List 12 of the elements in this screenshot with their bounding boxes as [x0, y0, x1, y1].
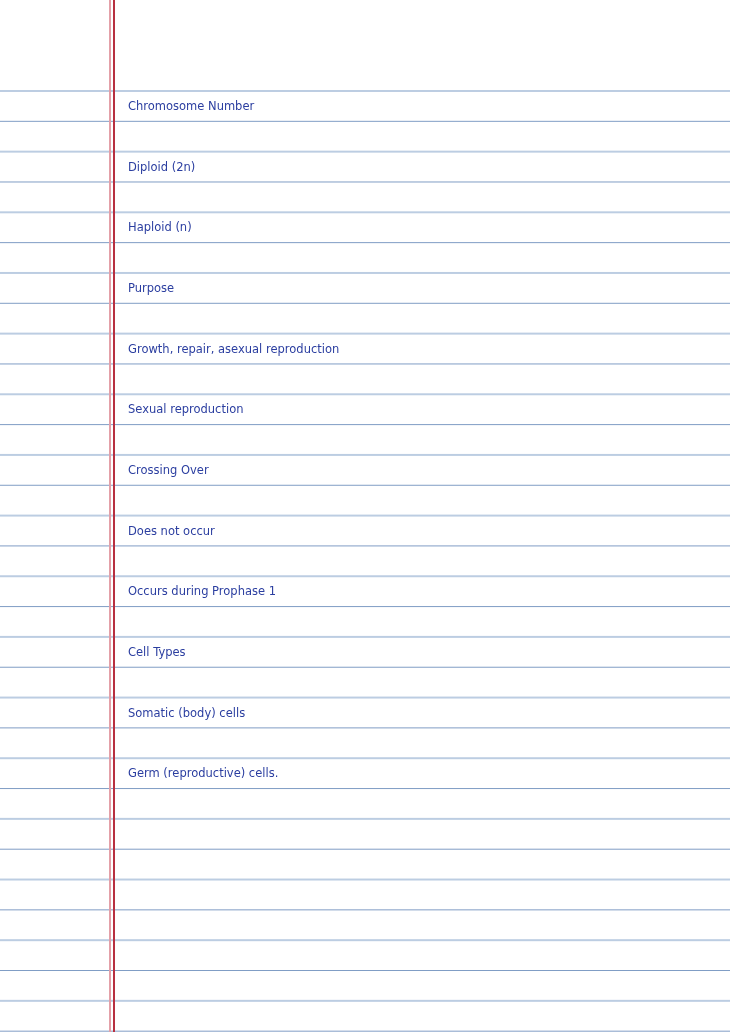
note-text: Somatic (body) cells: [128, 704, 246, 722]
note-text: Growth, repair, asexual reproduction: [128, 340, 340, 358]
note-text: Crossing Over: [128, 461, 209, 479]
note-text: Sexual reproduction: [128, 401, 244, 419]
note-text: Purpose: [128, 279, 175, 297]
note-text: Cell Types: [128, 643, 186, 661]
note-text: Diploid (2n): [128, 158, 196, 176]
note-text: Haploid (n): [128, 219, 192, 237]
note-text: Germ (reproductive) cells.: [128, 765, 279, 783]
note-text: Does not occur: [128, 522, 215, 540]
note-text: Occurs during Prophase 1: [128, 583, 277, 601]
note-text: Chromosome Number: [128, 98, 255, 115]
